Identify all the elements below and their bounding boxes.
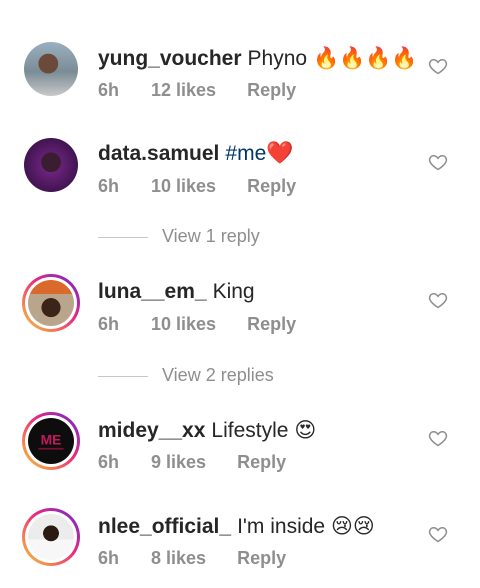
timestamp: 6h — [98, 80, 120, 100]
crying-face-emoji: 😢😢 — [330, 514, 375, 538]
divider — [98, 375, 148, 377]
comment-line: yung_voucher Phyno 🔥🔥🔥🔥 — [98, 46, 418, 71]
timestamp: 6h — [98, 548, 120, 568]
reply-button[interactable]: Reply — [237, 548, 286, 569]
heart-eyes-emoji: 😍 — [294, 418, 317, 442]
comment-item: luna__em_ King 6h 10 likes Reply — [0, 274, 480, 354]
view-replies-label: View 1 reply — [162, 226, 260, 246]
brand-logo-icon: ME — [38, 432, 64, 450]
divider — [98, 236, 148, 238]
comment-text: I'm inside — [237, 515, 326, 538]
comment-meta: 6h 8 likes Reply — [98, 548, 286, 569]
comment-text: King — [212, 280, 255, 303]
heart-outline-icon[interactable] — [428, 290, 448, 310]
username[interactable]: data.samuel — [98, 142, 219, 165]
view-replies-button[interactable]: View 1 reply — [98, 226, 260, 247]
avatar[interactable] — [24, 42, 78, 96]
fire-emoji: 🔥🔥🔥🔥 — [312, 46, 418, 70]
comment-item: yung_voucher Phyno 🔥🔥🔥🔥 6h 12 likes Reply — [0, 40, 480, 120]
avatar — [28, 514, 74, 560]
svg-text:ME: ME — [41, 432, 62, 447]
avatar-story-ring[interactable] — [22, 274, 80, 332]
reply-button[interactable]: Reply — [237, 452, 286, 473]
comment-line: data.samuel #me❤️ — [98, 142, 294, 166]
likes-count[interactable]: 12 likes — [151, 80, 216, 101]
timestamp: 6h — [98, 452, 120, 472]
username[interactable]: luna__em_ — [98, 280, 207, 303]
avatar: ME — [28, 418, 74, 464]
avatar-story-ring[interactable]: ME — [22, 412, 80, 470]
avatar — [28, 280, 74, 326]
timestamp: 6h — [98, 314, 120, 334]
comment-meta: 6h 10 likes Reply — [98, 176, 296, 197]
heart-outline-icon[interactable] — [428, 152, 448, 172]
heart-outline-icon[interactable] — [428, 428, 448, 448]
likes-count[interactable]: 9 likes — [151, 452, 206, 473]
comment-item: data.samuel #me❤️ 6h 10 likes Reply — [0, 136, 480, 216]
comment-text: Phyno — [247, 47, 308, 70]
reply-button[interactable]: Reply — [247, 80, 296, 101]
comment-meta: 6h 12 likes Reply — [98, 80, 296, 101]
comment-line: nlee_official_ I'm inside 😢😢 — [98, 514, 375, 539]
avatar[interactable] — [24, 138, 78, 192]
likes-count[interactable]: 10 likes — [151, 176, 216, 197]
username[interactable]: midey__xx — [98, 419, 205, 442]
likes-count[interactable]: 10 likes — [151, 314, 216, 335]
reply-button[interactable]: Reply — [247, 314, 296, 335]
comment-line: midey__xx Lifestyle 😍 — [98, 418, 316, 443]
comment-text: Lifestyle — [211, 419, 289, 442]
reply-button[interactable]: Reply — [247, 176, 296, 197]
comment-meta: 6h 10 likes Reply — [98, 314, 296, 335]
comment-line: luna__em_ King — [98, 280, 255, 304]
heart-outline-icon[interactable] — [428, 56, 448, 76]
username[interactable]: nlee_official_ — [98, 515, 231, 538]
hashtag-link[interactable]: #me — [225, 142, 266, 165]
comment-item: nlee_official_ I'm inside 😢😢 6h 8 likes R… — [0, 508, 480, 588]
view-replies-button[interactable]: View 2 replies — [98, 365, 274, 386]
likes-count[interactable]: 8 likes — [151, 548, 206, 569]
heart-outline-icon[interactable] — [428, 524, 448, 544]
username[interactable]: yung_voucher — [98, 47, 242, 70]
heart-emoji: ❤️ — [266, 141, 294, 166]
avatar-story-ring[interactable] — [22, 508, 80, 566]
view-replies-label: View 2 replies — [162, 365, 274, 385]
comment-meta: 6h 9 likes Reply — [98, 452, 286, 473]
timestamp: 6h — [98, 176, 120, 196]
comment-item: ME midey__xx Lifestyle 😍 6h 9 likes Reply — [0, 412, 480, 492]
